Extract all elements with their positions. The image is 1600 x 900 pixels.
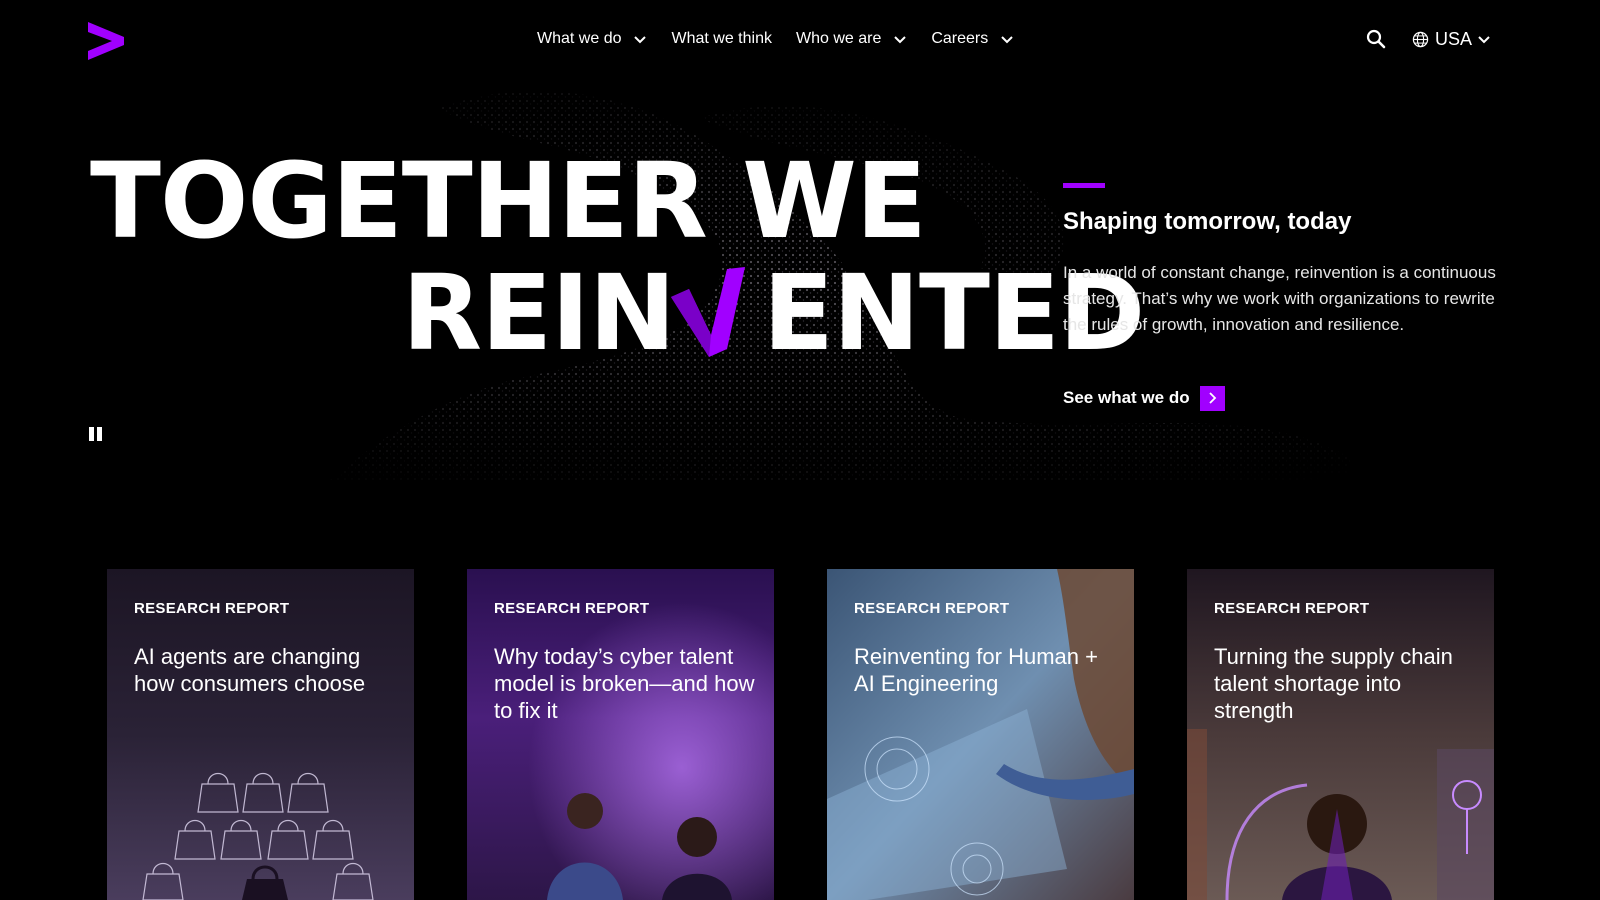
logo-icon[interactable] (86, 20, 126, 60)
research-card-human-ai-engineering[interactable]: RESEARCH REPORT Reinventing for Human + … (827, 569, 1134, 900)
chevron-down-icon (894, 36, 907, 44)
hero-subtitle: Shaping tomorrow, today (1063, 208, 1352, 235)
research-card-cyber-talent[interactable]: RESEARCH REPORT Why today’s cyber talent… (467, 569, 774, 900)
main-nav: What we do What we think Who we are Care… (537, 26, 1014, 52)
chevron-right-icon (1199, 385, 1225, 411)
nav-item-label: Careers (931, 30, 989, 47)
nav-item-label: What we do (537, 30, 622, 47)
purple-v-mark-icon (670, 267, 745, 357)
nav-item-careers[interactable]: Careers (931, 30, 1014, 48)
headline-line-2: REIN ENTED (402, 252, 1145, 374)
card-background-image (1187, 569, 1494, 900)
see-what-we-do-link[interactable]: See what we do (1063, 385, 1225, 411)
card-title: Turning the supply chain talent shortage… (1214, 644, 1453, 723)
hero-body-text: In a world of constant change, reinventi… (1063, 263, 1496, 334)
hero-section: TOGETHER WE REIN ENTED Shaping tomorrow,… (0, 78, 1600, 480)
card-category-label: RESEARCH REPORT (854, 600, 1010, 617)
cta-label: See what we do (1063, 388, 1190, 407)
pause-icon[interactable] (88, 426, 104, 442)
nav-item-what-we-do[interactable]: What we do (537, 30, 647, 48)
headline-line-1: TOGETHER WE (90, 140, 927, 262)
card-title: Reinventing for Human + AI Engineering (854, 644, 1098, 696)
nav-item-who-we-are[interactable]: Who we are (796, 30, 907, 48)
nav-item-what-we-think[interactable]: What we think (671, 30, 771, 48)
card-title: AI agents are changing how consumers cho… (134, 644, 366, 696)
site-header: What we do What we think Who we are Care… (0, 0, 1600, 78)
chevron-down-icon (1001, 36, 1013, 44)
card-category-label: RESEARCH REPORT (134, 600, 290, 617)
chevron-down-icon (1478, 36, 1490, 44)
locale-label: USA (1435, 28, 1473, 49)
card-category-label: RESEARCH REPORT (1214, 600, 1370, 617)
card-background-image (107, 569, 414, 900)
nav-item-label: Who we are (795, 30, 882, 47)
accent-bar (1063, 183, 1105, 188)
hero-headline: TOGETHER WE REIN ENTED (0, 78, 1145, 480)
card-background-image (827, 569, 1134, 900)
research-card-ai-agents[interactable]: RESEARCH REPORT AI agents are changing h… (107, 569, 414, 900)
headline-line-2-left: REIN (402, 252, 676, 374)
search-icon[interactable] (1365, 28, 1387, 50)
research-card-supply-chain[interactable]: RESEARCH REPORT Turning the supply chain… (1187, 569, 1494, 900)
card-title: Why today’s cyber talent model is broken… (494, 644, 755, 723)
chevron-down-icon (634, 36, 647, 44)
locale-selector[interactable]: USA (1412, 26, 1491, 52)
card-category-label: RESEARCH REPORT (494, 600, 650, 617)
card-background-image (467, 569, 774, 900)
nav-item-label: What we think (671, 30, 772, 47)
globe-icon (1412, 31, 1429, 47)
